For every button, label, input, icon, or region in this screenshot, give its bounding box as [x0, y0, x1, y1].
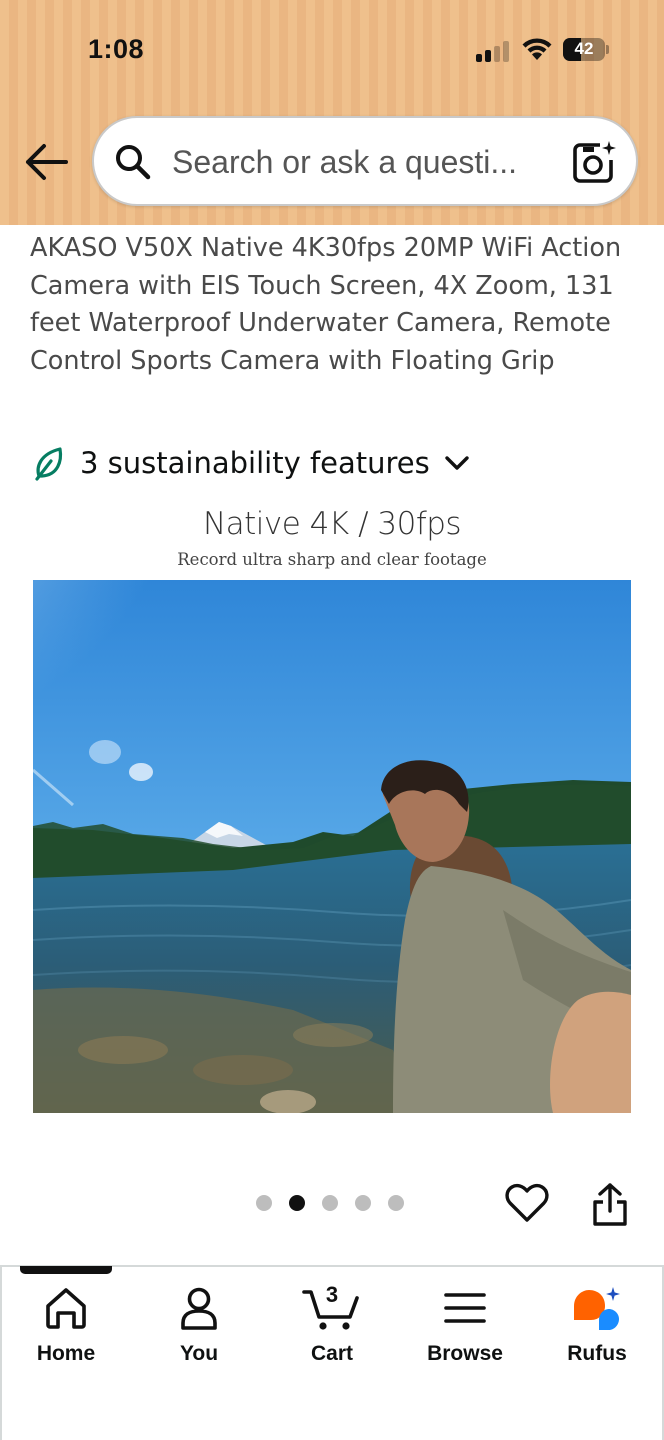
image-headline: Native 4K / 30fps [202, 506, 462, 542]
signal-icon [476, 40, 510, 62]
nav-rufus[interactable]: Rufus [537, 1284, 657, 1374]
camera-search-icon[interactable] [570, 138, 618, 186]
chevron-down-icon [445, 456, 469, 470]
nav-cart-label: Cart [310, 1342, 353, 1365]
status-time: 1:08 [88, 34, 145, 64]
heart-icon[interactable] [504, 1180, 550, 1226]
active-tab-indicator [20, 1266, 112, 1274]
status-bar: 1:08 42 [0, 0, 664, 100]
rufus-icon [574, 1287, 620, 1330]
battery-icon: 42 [563, 38, 605, 61]
nav-browse[interactable]: Browse [405, 1284, 525, 1374]
carousel-dot[interactable] [388, 1195, 404, 1211]
image-subline: Record ultra sharp and clear footage [177, 550, 487, 569]
nav-cart[interactable]: 3 Cart [272, 1282, 392, 1374]
carousel-dot[interactable] [355, 1195, 371, 1211]
product-photo-illustration [33, 580, 631, 1113]
sustainability-label: 3 sustainability features [80, 446, 430, 480]
battery-cap [606, 45, 609, 54]
menu-icon [444, 1293, 486, 1323]
battery-level: 42 [574, 39, 594, 58]
nav-browse-label: Browse [427, 1342, 503, 1365]
cart-count-badge: 3 [325, 1282, 339, 1307]
sustainability-features-toggle[interactable]: 3 sustainability features [34, 440, 470, 486]
nav-home[interactable]: Home [6, 1284, 126, 1374]
wifi-icon [522, 38, 552, 60]
product-title[interactable]: AKASO V50X Native 4K30fps 20MP WiFi Acti… [30, 230, 640, 380]
product-image[interactable] [33, 580, 631, 1113]
search-bar[interactable] [92, 116, 638, 206]
nav-rufus-label: Rufus [567, 1342, 627, 1365]
search-input[interactable] [172, 138, 552, 186]
share-icon[interactable] [590, 1182, 630, 1228]
carousel-dot-active[interactable] [289, 1195, 305, 1211]
search-icon [116, 145, 151, 180]
back-arrow-icon[interactable] [22, 140, 70, 184]
header-bar: 1:08 42 [0, 0, 664, 225]
carousel-dot[interactable] [256, 1195, 272, 1211]
nav-you[interactable]: You [139, 1284, 259, 1374]
person-icon [181, 1287, 217, 1330]
carousel-dots [256, 1195, 404, 1213]
leaf-icon [35, 447, 63, 481]
nav-home-label: Home [36, 1342, 96, 1365]
carousel-dot[interactable] [322, 1195, 338, 1211]
home-icon [46, 1288, 86, 1329]
nav-you-label: You [179, 1342, 219, 1365]
